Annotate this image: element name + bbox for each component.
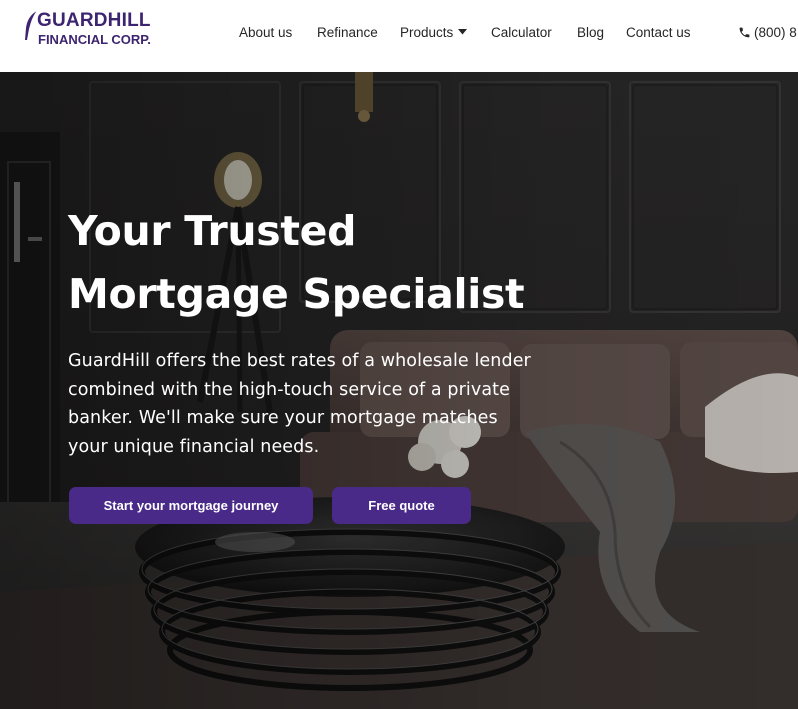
logo-name-line2: FINANCIAL CORP. <box>38 32 151 47</box>
nav-blog[interactable]: Blog <box>577 25 604 40</box>
logo-name-line1: GUARDHILL <box>37 10 151 31</box>
hero-title: Your Trusted Mortgage Specialist <box>68 200 588 326</box>
hero-title-line1: Your Trusted <box>68 207 357 255</box>
hero-subtitle: GuardHill offers the best rates of a who… <box>68 351 531 457</box>
guardhill-logo[interactable]: GUARDHILL FINANCIAL CORP. <box>22 10 172 50</box>
hero-section: Your Trusted Mortgage Specialist GuardHi… <box>0 72 798 709</box>
phone-number: (800) 8 <box>754 25 797 40</box>
nav-calculator[interactable]: Calculator <box>491 25 552 40</box>
site-header: GUARDHILL FINANCIAL CORP. About us Refin… <box>0 0 798 72</box>
nav-contact-us[interactable]: Contact us <box>626 25 691 40</box>
hero-title-line2: Mortgage Specialist <box>68 270 525 318</box>
free-quote-button[interactable]: Free quote <box>332 487 471 524</box>
nav-products-label: Products <box>400 25 454 40</box>
phone-link[interactable]: (800) 8 <box>738 25 797 40</box>
nav-products[interactable]: Products <box>400 25 468 40</box>
start-mortgage-journey-button[interactable]: Start your mortgage journey <box>69 487 313 524</box>
nav-refinance[interactable]: Refinance <box>317 25 378 40</box>
caret-down-icon <box>458 29 468 35</box>
phone-icon <box>739 27 750 38</box>
nav-about-us[interactable]: About us <box>239 25 292 40</box>
